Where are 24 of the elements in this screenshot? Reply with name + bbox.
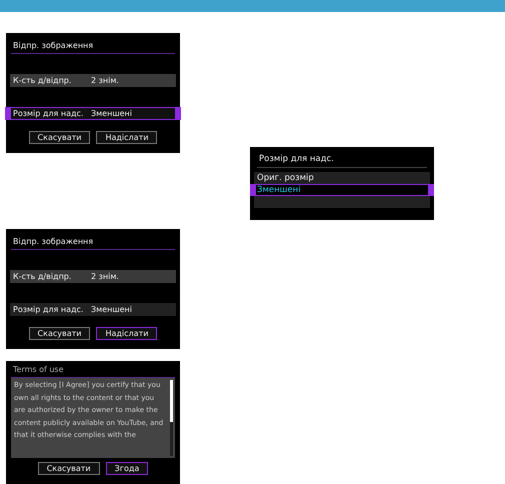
setting-value: 2 знім.: [91, 76, 119, 85]
screen-title: Відпр. зображення: [11, 229, 175, 250]
menu-option[interactable]: Зменшені: [250, 184, 434, 196]
screen-title: Відпр. зображення: [11, 33, 175, 54]
dialog-button[interactable]: Скасувати: [38, 462, 100, 475]
menu-option[interactable]: Ориг. розмір: [254, 172, 430, 184]
dialog-button[interactable]: Скасувати: [28, 131, 90, 144]
dialog-button[interactable]: Надіслати: [96, 327, 158, 340]
setting-label: Розмір для надс.: [13, 109, 84, 118]
setting-value: Зменшені: [91, 305, 132, 314]
setting-row[interactable]: К-сть д/відпр. 2 знім.: [10, 270, 176, 283]
setting-label: К-сть д/відпр.: [13, 272, 72, 281]
setting-value: Зменшені: [91, 109, 132, 118]
scrollbar[interactable]: [170, 380, 173, 456]
setting-label: К-сть д/відпр.: [13, 76, 72, 85]
dialog-button[interactable]: Скасувати: [28, 327, 90, 340]
setting-row[interactable]: К-сть д/відпр. 2 знім.: [10, 74, 176, 87]
setting-label: Розмір для надс.: [13, 305, 84, 314]
setting-row[interactable]: Розмір для надс. Зменшені: [10, 303, 176, 316]
dialog-button[interactable]: Надіслати: [96, 131, 158, 144]
screen-title: Розмір для надс.: [257, 147, 427, 168]
setting-row[interactable]: Розмір для надс. Зменшені: [5, 107, 181, 120]
setting-value: 2 знім.: [91, 272, 119, 281]
dialog-button[interactable]: Згода: [106, 462, 148, 475]
